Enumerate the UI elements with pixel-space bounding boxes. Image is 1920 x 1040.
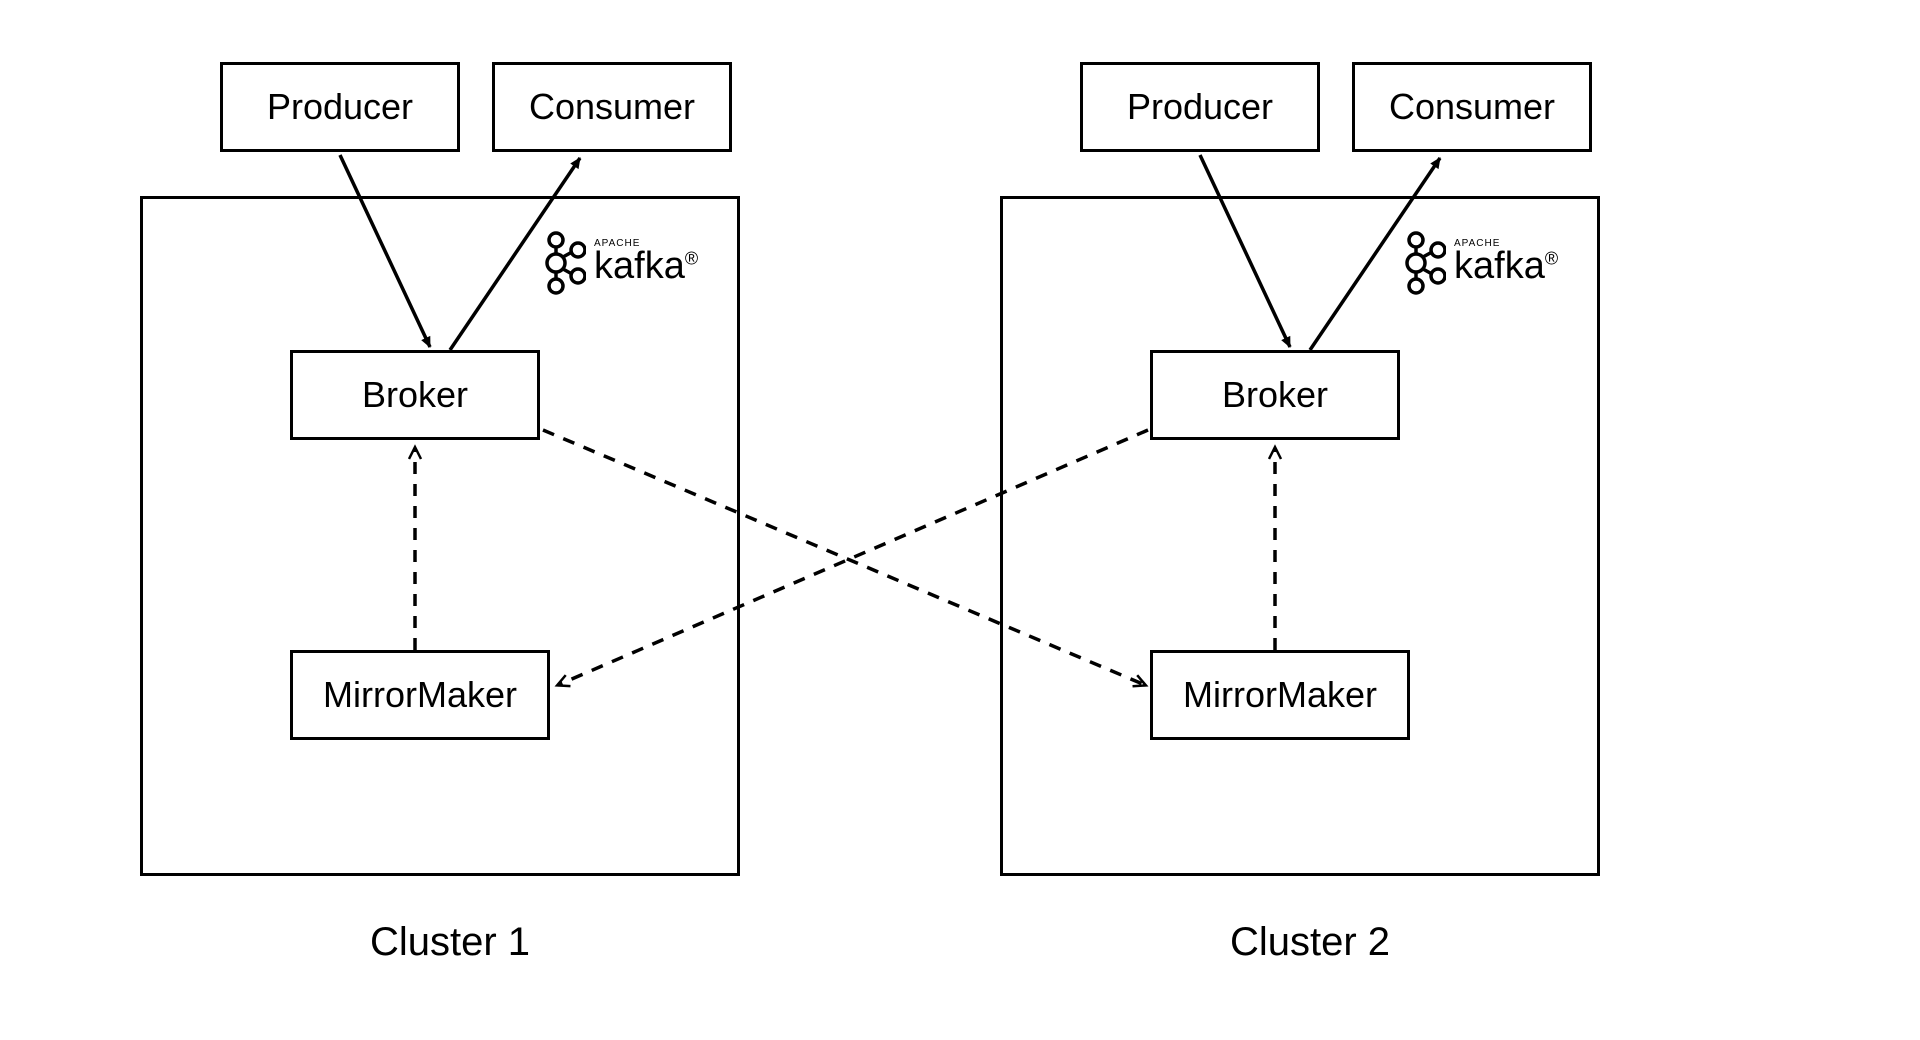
kafka-main-text: kafka® (1454, 245, 1558, 287)
kafka-main-text: kafka® (594, 245, 698, 287)
cluster1-broker-box: Broker (290, 350, 540, 440)
mirror-label: MirrorMaker (1183, 674, 1377, 716)
consumer-label: Consumer (529, 86, 695, 128)
broker-label: Broker (1222, 374, 1328, 416)
cluster1-container (140, 196, 740, 876)
producer-label: Producer (1127, 86, 1273, 128)
mirror-label: MirrorMaker (323, 674, 517, 716)
cluster2-mirror-box: MirrorMaker (1150, 650, 1410, 740)
cluster1-mirror-box: MirrorMaker (290, 650, 550, 740)
broker-label: Broker (362, 374, 468, 416)
cluster2-label: Cluster 2 (1200, 920, 1420, 965)
diagram-canvas: Producer Consumer Broker MirrorMaker Pro… (0, 0, 1920, 1040)
producer-label: Producer (267, 86, 413, 128)
kafka-logo-1: APACHE kafka® (542, 230, 698, 296)
cluster2-container (1000, 196, 1600, 876)
cluster1-label: Cluster 1 (340, 920, 560, 965)
kafka-icon (542, 230, 586, 296)
kafka-logo-2: APACHE kafka® (1402, 230, 1558, 296)
cluster1-producer-box: Producer (220, 62, 460, 152)
consumer-label: Consumer (1389, 86, 1555, 128)
cluster1-consumer-box: Consumer (492, 62, 732, 152)
kafka-text-wrap: APACHE kafka® (594, 238, 698, 288)
kafka-text-wrap: APACHE kafka® (1454, 238, 1558, 288)
cluster2-consumer-box: Consumer (1352, 62, 1592, 152)
cluster2-broker-box: Broker (1150, 350, 1400, 440)
cluster2-producer-box: Producer (1080, 62, 1320, 152)
kafka-icon (1402, 230, 1446, 296)
